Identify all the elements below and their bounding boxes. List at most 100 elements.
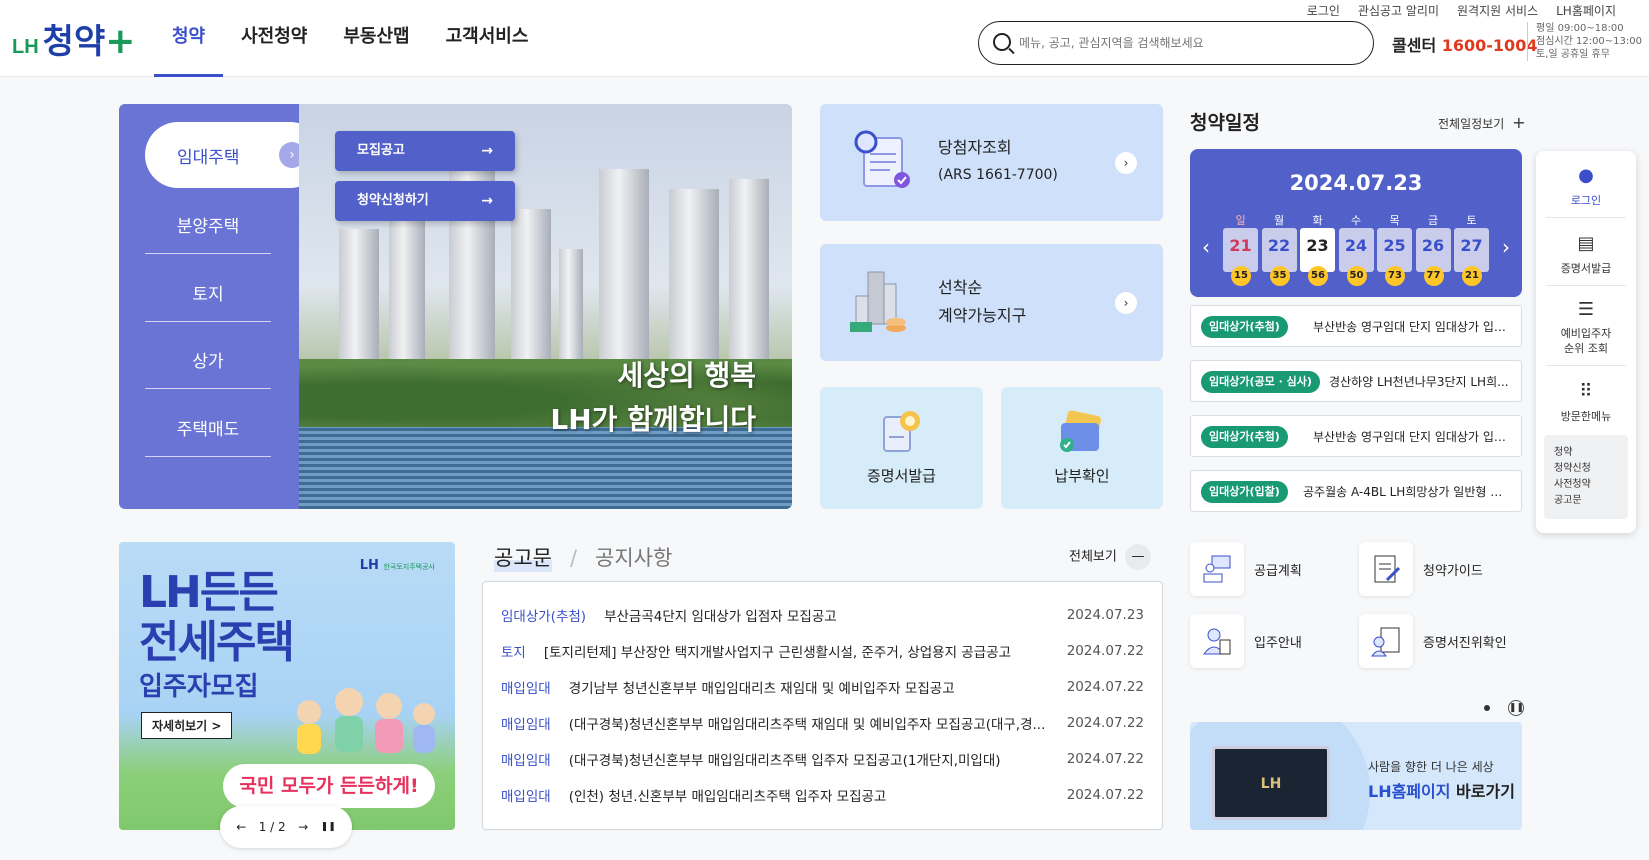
day-cell[interactable]: 수 24 50 [1338, 212, 1374, 286]
call-hours-line: 점심시간 12:00~13:00 [1536, 36, 1642, 47]
payment-check-card[interactable]: 납부확인 [1001, 387, 1163, 509]
apply-button[interactable]: 청약신청하기 → [335, 181, 515, 221]
hero-slogan-line: LH가 함께합니다 [550, 403, 756, 436]
day-cell[interactable]: 금 26 77 [1415, 212, 1451, 286]
nav-item-presale[interactable]: 사전청약 [241, 22, 307, 77]
schedule-item[interactable]: 임대상가(추첨) 부산반송 영구임대 단지 임대상가 입점자 ... [1190, 305, 1522, 347]
notice-title: 부산금곡4단지 임대상가 입점자 모집공고 [604, 609, 837, 625]
week-days: 일 21 15 월 22 35 화 23 56 수 24 50 목 25 73 금 26 77 토 27 2… [1223, 212, 1493, 286]
nav-item-customer-service[interactable]: 고객서비스 [446, 22, 529, 77]
quicklink-supply-plan[interactable]: 공급계획 [1190, 542, 1302, 596]
day-of-week: 목 [1389, 214, 1400, 227]
plus-icon: + [1512, 113, 1526, 132]
schedule-text: 공주월송 A-4BL LH희망상가 일반형 입... [1303, 485, 1511, 499]
view-all-label: 전체보기 [1069, 549, 1117, 565]
family-illustration [297, 688, 435, 754]
day-cell[interactable]: 일 21 15 [1223, 212, 1258, 286]
recruit-notice-button[interactable]: 모집공고 → [335, 131, 515, 171]
schedule-date: 2024.07.23 [1289, 171, 1423, 195]
site-logo[interactable]: LH 청약 + [12, 14, 135, 63]
visited-item[interactable]: 공고문 [1554, 493, 1618, 509]
day-cell[interactable]: 월 22 35 [1261, 212, 1297, 286]
chevron-right-icon[interactable]: › [1502, 235, 1510, 259]
notice-row[interactable]: 매입임대 (대구경북)청년신혼부부 매입임대리츠주택 재임대 및 예비입주자 모… [501, 711, 1144, 735]
notice-category: 매입임대 [501, 681, 551, 697]
pause-icon[interactable]: ❚❚ [1507, 700, 1524, 716]
details-button[interactable]: 자세히보기 > [141, 712, 233, 739]
category-sale-housing[interactable]: 분양주택 [145, 212, 271, 254]
category-house-sale[interactable]: 주택매도 [145, 415, 271, 457]
schedule-item[interactable]: 임대상가(추첨) 부산반송 영구임대 단지 임대상가 입점자 ... [1190, 415, 1522, 457]
tab-notices[interactable]: 공지사항 [595, 542, 672, 572]
notice-row[interactable]: 매입임대 경기남부 청년신혼부부 매입임대리츠 재임대 및 예비입주자 모집공고… [501, 675, 1144, 699]
logo-main: 청약 [42, 22, 106, 62]
visited-item[interactable]: 청약신청 [1554, 461, 1618, 477]
search-input[interactable] [1019, 30, 1359, 56]
schedule-item[interactable]: 임대상가(입찰) 공주월송 A-4BL LH희망상가 일반형 입... [1190, 470, 1522, 512]
float-certificate[interactable]: ▤ 증명서발급 [1536, 233, 1636, 276]
building-graphic [599, 169, 649, 379]
notice-date: 2024.07.22 [1066, 751, 1144, 767]
banner-dot[interactable] [1484, 705, 1490, 711]
login-link[interactable]: 로그인 [1307, 2, 1340, 19]
tab-announcements[interactable]: 공고문 [494, 542, 552, 572]
day-cell[interactable]: 목 25 73 [1377, 212, 1412, 286]
notice-date: 2024.07.23 [1066, 607, 1144, 623]
certificate-card[interactable]: 증명서발급 [820, 387, 983, 509]
promo-slogan: 국민 모두가 든든하게! [223, 764, 435, 808]
arrow-left-icon[interactable]: ← [236, 820, 246, 834]
quicklink-label: 공급계획 [1254, 563, 1302, 579]
schedule-text: 부산반송 영구임대 단지 임대상가 입점자 ... [1313, 320, 1511, 334]
chevron-right-icon: › [1115, 152, 1137, 174]
quicklink-cert-verify[interactable]: 증명서진위확인 [1359, 614, 1507, 668]
notice-view-all[interactable]: 전체보기 — [1069, 544, 1151, 570]
notice-row[interactable]: 매입임대 (인천) 청년.신혼부부 매입임대리츠주택 입주자 모집공고 2024… [501, 783, 1144, 807]
notice-row[interactable]: 매입임대 (대구경북)청년신혼부부 매입임대리츠주택 입주자 모집공고(1개단지… [501, 747, 1144, 771]
category-commercial[interactable]: 상가 [145, 347, 271, 389]
lh-homepage-banner[interactable]: LH 사람을 향한 더 나은 세상 LH홈페이지 바로가기 [1190, 722, 1522, 830]
category-rental-housing[interactable]: 임대주택 › [145, 122, 323, 188]
chevron-left-icon[interactable]: ‹ [1202, 235, 1210, 259]
quicklink-move-in[interactable]: 입주안내 [1190, 614, 1302, 668]
alert-link[interactable]: 관심공고 알리미 [1358, 2, 1439, 19]
building-graphic [449, 139, 495, 379]
float-login[interactable]: ● 로그인 [1536, 165, 1636, 208]
pause-icon[interactable]: ❚❚ [321, 822, 336, 832]
utility-links: 로그인 관심공고 알리미 원격지원 서비스 LH홈페이지 [1289, 2, 1616, 19]
lh-homepage-link[interactable]: LH홈페이지 [1556, 2, 1616, 19]
card-subtitle: 계약가능지구 [938, 306, 1027, 325]
schedule-view-all[interactable]: 전체일정보기 + [1438, 113, 1525, 132]
day-count-badge: 73 [1385, 266, 1405, 286]
arrow-right-icon[interactable]: → [298, 820, 308, 834]
first-come-card[interactable]: 선착순 계약가능지구 › [820, 244, 1163, 361]
day-count-badge: 50 [1346, 266, 1367, 286]
notice-category: 임대상가(추첨) [501, 609, 587, 625]
visited-item[interactable]: 청약 [1554, 445, 1618, 461]
schedule-item[interactable]: 임대상가(공모 · 심사) 경산하양 LH천년나무3단지 LH희... [1190, 360, 1522, 402]
search-icon[interactable] [993, 33, 1011, 51]
float-label: 방문한메뉴 [1560, 410, 1612, 423]
nav-item-cheongyak[interactable]: 청약 [153, 22, 224, 77]
day-cell[interactable]: 토 27 21 [1454, 212, 1489, 286]
promo-banner[interactable]: LH 한국토지주택공사 LH든든 전세주택 입주자모집 자세히보기 > 국민 모… [119, 542, 455, 830]
float-waiting-rank[interactable]: ☰ 예비입주자 순위 조회 [1536, 299, 1636, 356]
category-land[interactable]: 토지 [145, 280, 271, 322]
winner-check-card[interactable]: 당첨자조회 (ARS 1661-7700) › [820, 104, 1163, 221]
building-graphic [339, 229, 379, 379]
remote-support-link[interactable]: 원격지원 서비스 [1457, 2, 1538, 19]
notice-row[interactable]: 임대상가(추첨) 부산금곡4단지 임대상가 입점자 모집공고 2024.07.2… [501, 603, 1144, 627]
user-icon: ● [1578, 165, 1594, 186]
notice-category: 매입임대 [501, 717, 551, 733]
day-of-week: 토 [1466, 214, 1477, 227]
promo-title: LH든든 전세주택 [139, 568, 295, 668]
notice-row[interactable]: 토지 [토지리턴제] 부산장안 택지개발사업지구 근린생활시설, 준주거, 상업… [501, 639, 1144, 663]
quicklink-guide[interactable]: 청약가이드 [1359, 542, 1483, 596]
day-of-week: 수 [1350, 214, 1362, 227]
float-label: 증명서발급 [1560, 262, 1612, 275]
nav-item-realestate-map[interactable]: 부동산맵 [343, 22, 409, 77]
float-visited[interactable]: ⠿ 방문한메뉴 [1536, 381, 1636, 424]
visited-item[interactable]: 사전청약 [1554, 477, 1618, 493]
day-cell-selected[interactable]: 화 23 56 [1300, 212, 1335, 286]
view-all-label: 전체일정보기 [1438, 117, 1505, 131]
certificate-icon [883, 411, 920, 452]
